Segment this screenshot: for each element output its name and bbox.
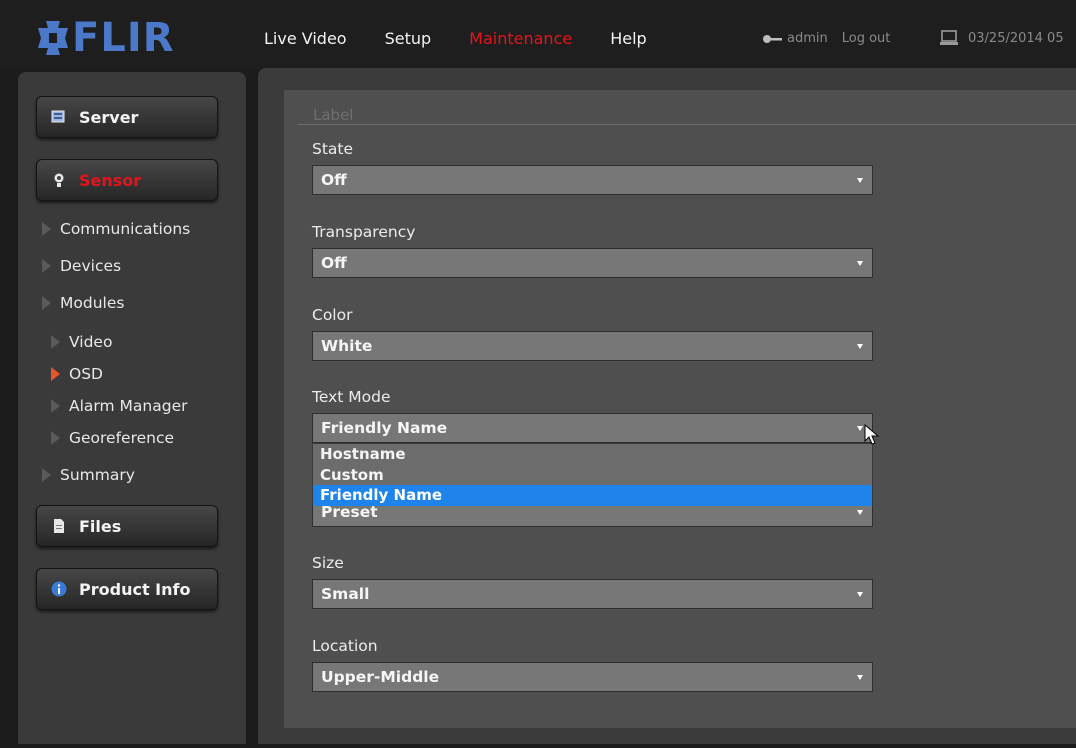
size-label: Size [312,554,344,572]
triangle-right-active-icon [51,367,60,381]
triangle-right-icon [42,259,51,273]
dropdown-arrow-icon [857,426,863,431]
state-select[interactable]: Off [312,165,873,195]
location-label: Location [312,637,378,655]
tree-item-summary[interactable]: Summary [42,466,135,484]
color-label: Color [312,306,353,324]
state-label: State [312,140,354,158]
tree-item-modules[interactable]: Modules [42,294,124,312]
color-select[interactable]: White [312,331,873,361]
triangle-right-icon [51,431,60,445]
flir-logo: FLIR [36,18,175,58]
triangle-right-icon [42,222,51,236]
section-label: Label [313,106,354,124]
text-mode-select[interactable]: Friendly Name [312,413,873,443]
product-info-button[interactable]: Product Info [36,568,218,610]
size-value: Small [321,585,370,603]
logo-text: FLIR [72,15,175,61]
size-select[interactable]: Small [312,579,873,609]
tree-item-communications[interactable]: Communications [42,220,190,238]
mouse-cursor-icon [864,424,880,445]
tree-item-label: Devices [60,257,122,275]
files-button[interactable]: Files [36,505,218,547]
sidebar: Server Sensor Communications Devices Mod… [18,72,246,744]
tree-item-label: OSD [69,365,103,383]
info-icon [51,581,67,597]
tree-item-label: Georeference [69,429,175,447]
location-value: Upper-Middle [321,668,440,686]
triangle-right-icon [42,296,51,310]
laptop-icon [940,30,958,45]
logout-link[interactable]: Log out [842,31,891,46]
text-mode-label: Text Mode [312,388,391,406]
triangle-right-icon [51,399,60,413]
user-area: admin Log out [762,31,890,46]
server-icon [51,110,65,123]
nav-live-video[interactable]: Live Video [264,29,347,48]
tree-item-label: Video [69,333,113,351]
section-divider [298,124,1076,125]
server-label: Server [79,107,139,127]
flir-logo-mark-icon [38,21,68,55]
location-select[interactable]: Upper-Middle [312,662,873,692]
triangle-right-icon [51,335,60,349]
tree-item-devices[interactable]: Devices [42,257,121,275]
file-icon [54,519,64,533]
tree-item-label: Communications [60,220,191,238]
nav-maintenance[interactable]: Maintenance [469,29,572,48]
files-label: Files [79,516,122,536]
tree-item-video[interactable]: Video [51,333,112,351]
tree-item-alarm-manager[interactable]: Alarm Manager [51,397,187,415]
triangle-right-icon [42,468,51,482]
color-value: White [321,337,373,355]
dropdown-arrow-icon [857,592,863,597]
main-nav: Live Video Setup Maintenance Help [264,29,685,48]
product-info-label: Product Info [79,579,191,599]
dropdown-option-custom[interactable]: Custom [313,465,872,486]
tree-item-label: Modules [60,294,125,312]
dropdown-arrow-icon [857,261,863,266]
nav-setup[interactable]: Setup [385,29,432,48]
dropdown-option-hostname[interactable]: Hostname [313,444,872,465]
datetime-area: 03/25/2014 05 [939,30,1064,46]
tree-item-label: Alarm Manager [69,397,188,415]
datetime: 03/25/2014 05 [968,30,1064,46]
top-bar: FLIR Live Video Setup Maintenance Help a… [0,0,1076,68]
dropdown-arrow-icon [857,510,863,515]
text-mode-value: Friendly Name [321,419,448,437]
sensor-button[interactable]: Sensor [36,159,218,201]
transparency-value: Off [321,254,347,272]
text-mode-dropdown-list: Hostname Custom Friendly Name [312,443,873,506]
server-button[interactable]: Server [36,96,218,138]
dropdown-option-friendly-name[interactable]: Friendly Name [313,485,872,506]
transparency-label: Transparency [312,223,416,241]
sensor-icon [54,173,64,187]
tree-item-label: Summary [60,466,135,484]
nav-help[interactable]: Help [610,29,646,48]
dropdown-arrow-icon [857,344,863,349]
dropdown-arrow-icon [857,675,863,680]
key-icon [763,34,782,43]
tree-item-osd[interactable]: OSD [51,365,103,383]
dropdown-arrow-icon [857,178,863,183]
username: admin [787,31,828,46]
tree-item-georeference[interactable]: Georeference [51,429,174,447]
sensor-label: Sensor [79,170,142,190]
transparency-select[interactable]: Off [312,248,873,278]
state-value: Off [321,171,347,189]
